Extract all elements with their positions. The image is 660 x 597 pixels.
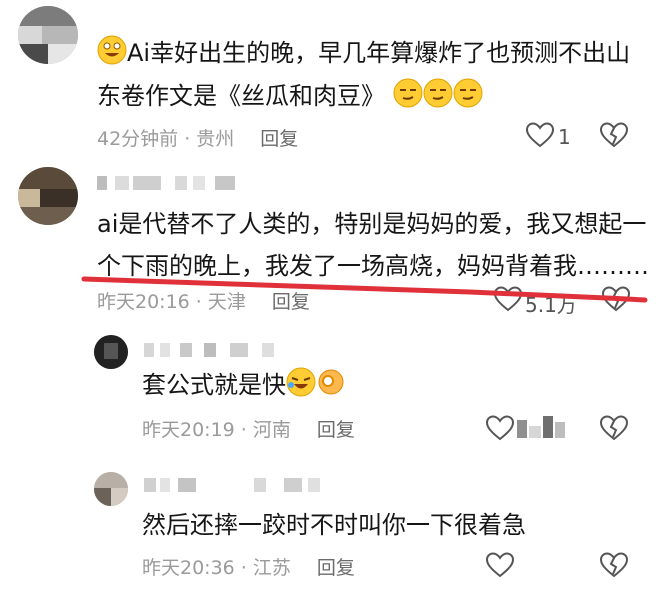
comment-meta: 42分钟前 · 贵州 回复 [97, 124, 298, 151]
grinning-face-emoji [97, 35, 127, 76]
username-blurred[interactable] [97, 176, 257, 190]
avatar[interactable] [18, 167, 78, 225]
avatar[interactable] [94, 472, 128, 506]
timestamp-location: 昨天20:16 · 天津 [97, 291, 246, 313]
timestamp-location: 42分钟前 · 贵州 [97, 128, 235, 150]
comment-text-line2: 东卷作文是《丝瓜和肉豆》 [97, 77, 483, 119]
comment-text-line2: 个下雨的晚上，我发了一场高烧，妈妈背着我……… [97, 252, 649, 280]
reply-button[interactable]: 回复 [260, 128, 298, 150]
like-icon[interactable] [525, 122, 555, 152]
like-count-blurred [517, 414, 565, 440]
comment-text: ai是代替不了人类的，特别是妈妈的爱，我又想起一 [97, 210, 647, 238]
timestamp-location: 昨天20:36 · 江苏 [142, 557, 291, 579]
like-icon[interactable] [485, 415, 515, 445]
username-blurred[interactable] [144, 343, 304, 357]
comment-meta: 昨天20:19 · 河南 回复 [142, 415, 355, 442]
comment-meta: 昨天20:16 · 天津 回复 [97, 287, 310, 314]
smirk-face-emoji [393, 78, 423, 119]
avatar[interactable] [94, 335, 128, 369]
avatar[interactable] [18, 6, 78, 64]
reply-button[interactable]: 回复 [272, 291, 310, 313]
like-icon[interactable] [493, 286, 523, 316]
reply-button[interactable]: 回复 [317, 557, 355, 579]
comment-text: Ai幸好出生的晚，早几年算爆炸了也预测不出山 [97, 34, 630, 76]
reply-button[interactable]: 回复 [317, 419, 355, 441]
comment-meta: 昨天20:36 · 江苏 回复 [142, 553, 355, 580]
dislike-icon[interactable] [599, 552, 629, 582]
dislike-icon[interactable] [601, 286, 631, 316]
like-count: 5.1万 [525, 293, 577, 317]
smirk-face-emoji [453, 78, 483, 119]
laughing-tears-emoji [286, 367, 316, 408]
smirk-face-emoji [423, 78, 453, 119]
timestamp-location: 昨天20:19 · 河南 [142, 419, 291, 441]
comment-text: 然后还摔一跤时不时叫你一下很着急 [142, 511, 526, 539]
like-icon[interactable] [485, 552, 515, 582]
like-count: 1 [558, 125, 571, 149]
ok-hand-emoji [316, 367, 346, 408]
dislike-icon[interactable] [599, 122, 629, 152]
comment-text: 套公式就是快 [142, 366, 346, 408]
username-blurred[interactable] [144, 478, 344, 492]
dislike-icon[interactable] [599, 415, 629, 445]
